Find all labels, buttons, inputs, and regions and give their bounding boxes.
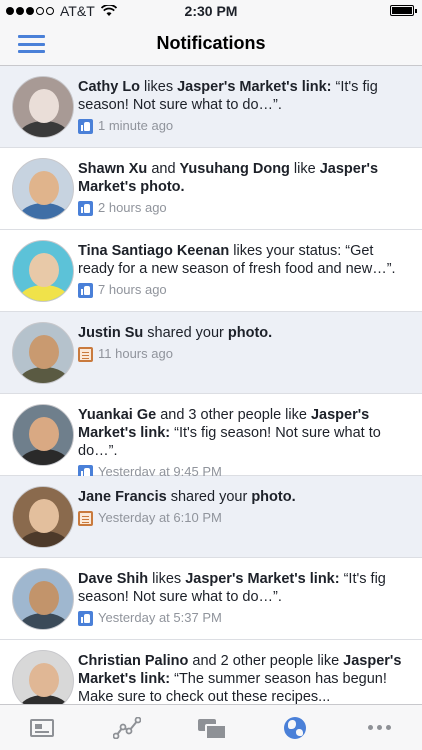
notification-message: Justin Su shared your photo. bbox=[78, 324, 410, 342]
notification-phrase: likes bbox=[148, 571, 186, 587]
notification-entity[interactable]: Jasper's Market's link: bbox=[185, 571, 339, 587]
notification-entity[interactable]: photo. bbox=[228, 325, 272, 341]
more-dots-icon bbox=[368, 725, 392, 730]
avatar[interactable] bbox=[12, 486, 74, 548]
notification-text: Dave Shih likes Jasper's Market's link: … bbox=[78, 570, 410, 627]
avatar[interactable] bbox=[12, 76, 74, 138]
notification-message: Cathy Lo likes Jasper's Market's link: “… bbox=[78, 78, 410, 114]
notification-row[interactable]: Yuankai Ge and 3 other people like Jaspe… bbox=[0, 394, 422, 480]
avatar[interactable] bbox=[12, 158, 74, 220]
notification-text: Yuankai Ge and 3 other people like Jaspe… bbox=[78, 406, 410, 481]
notification-meta: 11 hours ago bbox=[78, 345, 410, 363]
notification-entity[interactable]: Yuankai Ge bbox=[78, 407, 156, 423]
notification-phrase: and 3 other people like bbox=[156, 407, 311, 423]
notification-row[interactable]: Christian Palino and 2 other people like… bbox=[0, 640, 422, 704]
news-feed-icon bbox=[30, 718, 55, 737]
notification-meta: 7 hours ago bbox=[78, 281, 410, 299]
notification-row[interactable]: Dave Shih likes Jasper's Market's link: … bbox=[0, 558, 422, 640]
timestamp: 1 minute ago bbox=[98, 118, 174, 133]
tab-notifications[interactable] bbox=[253, 705, 337, 750]
like-icon bbox=[78, 200, 93, 216]
timestamp: Yesterday at 6:10 PM bbox=[98, 510, 222, 525]
notification-row[interactable]: Justin Su shared your photo. 11 hours ago bbox=[0, 312, 422, 394]
notification-message: Jane Francis shared your photo. bbox=[78, 488, 410, 506]
like-icon bbox=[78, 610, 93, 626]
navigation-bar: Notifications bbox=[0, 22, 422, 66]
avatar[interactable] bbox=[12, 568, 74, 630]
notification-row[interactable]: Cathy Lo likes Jasper's Market's link: “… bbox=[0, 66, 422, 148]
battery-icon bbox=[390, 5, 417, 16]
status-bar: AT&T 2:30 PM bbox=[0, 0, 422, 22]
notification-message: Christian Palino and 2 other people like… bbox=[78, 652, 410, 704]
avatar[interactable] bbox=[12, 240, 74, 302]
tab-more[interactable] bbox=[338, 705, 422, 750]
notification-phrase: like bbox=[289, 161, 320, 177]
notification-entity[interactable]: Cathy Lo bbox=[78, 79, 140, 95]
notification-text: Cathy Lo likes Jasper's Market's link: “… bbox=[78, 78, 410, 135]
tab-news-feed[interactable] bbox=[0, 705, 84, 750]
timestamp: 2 hours ago bbox=[98, 200, 167, 215]
notification-text: Jane Francis shared your photo. Yesterday… bbox=[78, 488, 410, 527]
notification-text: Tina Santiago Keenan likes your status: … bbox=[78, 242, 410, 299]
like-icon bbox=[78, 118, 93, 134]
notification-entity[interactable]: Justin Su bbox=[78, 325, 143, 341]
notification-message: Dave Shih likes Jasper's Market's link: … bbox=[78, 570, 410, 606]
notification-entity[interactable]: Yusuhang Dong bbox=[180, 161, 290, 177]
notification-phrase: and 2 other people like bbox=[188, 653, 344, 669]
notification-entity[interactable]: Jane Francis bbox=[78, 489, 167, 505]
page-title: Notifications bbox=[156, 33, 266, 53]
notification-meta: 2 hours ago bbox=[78, 199, 410, 217]
notification-entity[interactable]: Dave Shih bbox=[78, 571, 148, 587]
notification-text: Shawn Xu and Yusuhang Dong like Jasper's… bbox=[78, 160, 410, 217]
status-time: 2:30 PM bbox=[184, 3, 238, 19]
notification-phrase: likes bbox=[140, 79, 178, 95]
notification-meta: Yesterday at 6:10 PM bbox=[78, 509, 410, 527]
activity-graph-icon bbox=[112, 716, 141, 739]
timestamp: Yesterday at 5:37 PM bbox=[98, 610, 222, 625]
notification-message: Tina Santiago Keenan likes your status: … bbox=[78, 242, 410, 278]
notification-row[interactable]: Shawn Xu and Yusuhang Dong like Jasper's… bbox=[0, 148, 422, 230]
share-icon bbox=[78, 510, 93, 526]
share-icon bbox=[78, 346, 93, 362]
timestamp: 11 hours ago bbox=[98, 346, 173, 361]
messages-icon bbox=[198, 718, 228, 740]
notification-meta: 1 minute ago bbox=[78, 117, 410, 135]
avatar[interactable] bbox=[12, 322, 74, 384]
notification-phrase: shared your bbox=[166, 489, 252, 505]
globe-icon bbox=[284, 716, 307, 739]
avatar[interactable] bbox=[12, 404, 74, 466]
timestamp: 7 hours ago bbox=[98, 282, 167, 297]
notification-row[interactable]: Jane Francis shared your photo. Yesterday… bbox=[0, 476, 422, 558]
notification-entity[interactable]: Tina Santiago Keenan bbox=[78, 243, 229, 259]
notification-message: Shawn Xu and Yusuhang Dong like Jasper's… bbox=[78, 160, 410, 196]
notifications-list[interactable]: Cathy Lo likes Jasper's Market's link: “… bbox=[0, 66, 422, 704]
notification-phrase: shared your bbox=[143, 325, 228, 341]
tab-activity[interactable] bbox=[84, 705, 168, 750]
notification-entity[interactable]: Christian Palino bbox=[78, 653, 188, 669]
notification-text: Justin Su shared your photo. 11 hours ago bbox=[78, 324, 410, 363]
notification-text: Christian Palino and 2 other people like… bbox=[78, 652, 410, 704]
like-icon bbox=[78, 282, 93, 298]
notification-row[interactable]: Tina Santiago Keenan likes your status: … bbox=[0, 230, 422, 312]
notification-entity[interactable]: Shawn Xu bbox=[78, 161, 147, 177]
avatar[interactable] bbox=[12, 650, 74, 704]
notification-entity[interactable]: Jasper's Market's link: bbox=[177, 79, 331, 95]
tab-messages[interactable] bbox=[169, 705, 253, 750]
notification-phrase: and bbox=[147, 161, 180, 177]
notification-meta: Yesterday at 5:37 PM bbox=[78, 609, 410, 627]
notification-entity[interactable]: photo. bbox=[251, 489, 295, 505]
tab-bar bbox=[0, 704, 422, 750]
notification-message: Yuankai Ge and 3 other people like Jaspe… bbox=[78, 406, 410, 460]
